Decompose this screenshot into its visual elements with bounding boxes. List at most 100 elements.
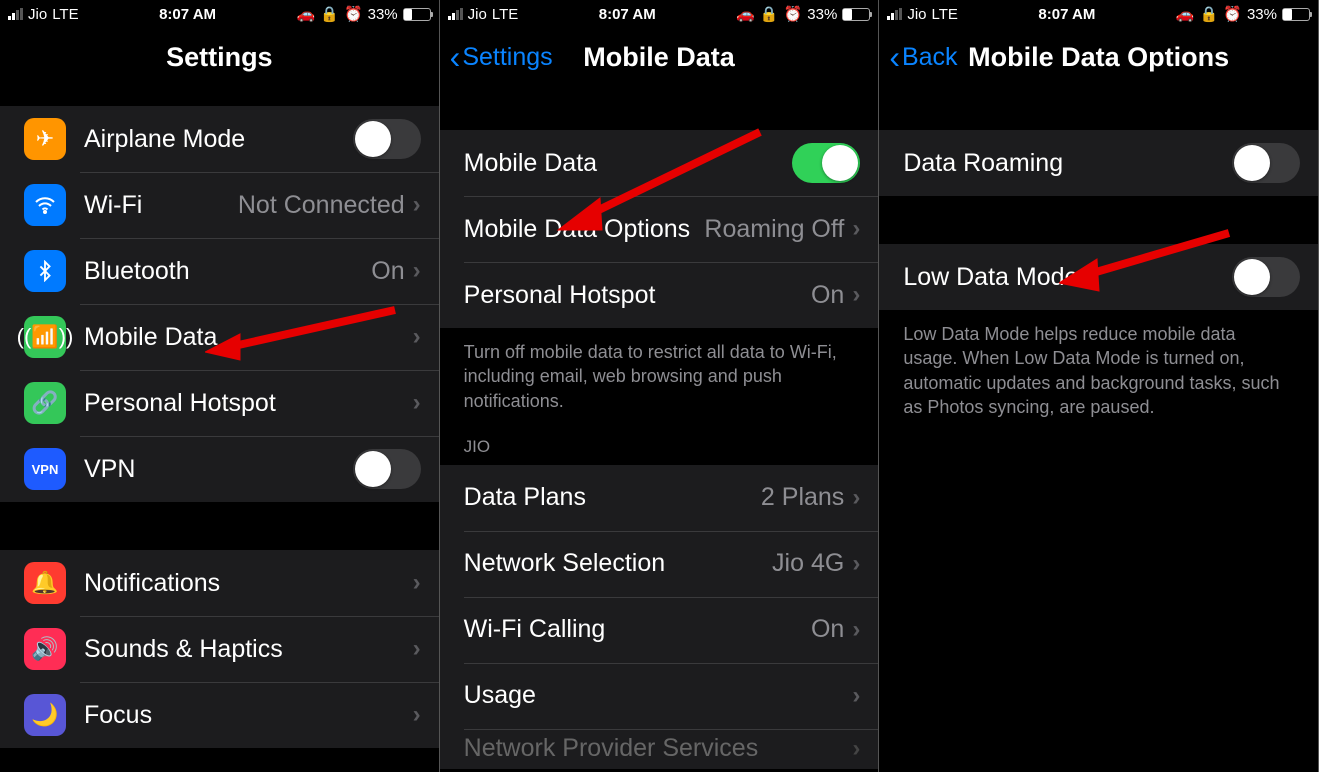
carrier-label: Jio [28,6,47,23]
chevron-right-icon: › [413,323,421,351]
mobile-data-group: Mobile Data Mobile Data Options Roaming … [440,130,879,328]
carplay-icon: 🚗 [736,5,755,23]
row-label: Airplane Mode [84,125,353,154]
row-notifications[interactable]: 🔔 Notifications › [0,550,439,616]
chevron-right-icon: › [413,191,421,219]
page-title: Mobile Data [583,42,735,73]
row-network-provider-services[interactable]: Network Provider Services › [440,729,879,769]
phone-screen-mobile-data: Jio LTE 8:07 AM 🚗 🔒 ⏰ 33% ‹ Settings Mob… [440,0,880,772]
row-mobile-data-options[interactable]: Mobile Data Options Roaming Off › [440,196,879,262]
phone-screen-settings: Jio LTE 8:07 AM 🚗 🔒 ⏰ 33% Settings ✈ Air… [0,0,440,772]
data-roaming-toggle[interactable] [1232,143,1300,183]
chevron-right-icon: › [852,281,860,309]
row-mobile-data[interactable]: ((📶)) Mobile Data › [0,304,439,370]
wifi-icon [24,184,66,226]
chevron-right-icon: › [852,550,860,578]
row-label: Notifications [84,569,413,598]
chevron-right-icon: › [852,215,860,243]
row-label: Mobile Data Options [464,215,705,244]
row-wifi[interactable]: Wi-Fi Not Connected › [0,172,439,238]
carplay-icon: 🚗 [1176,5,1195,23]
chevron-right-icon: › [413,257,421,285]
hotspot-icon: 🔗 [24,382,66,424]
chevron-right-icon: › [852,735,860,763]
low-data-mode-toggle[interactable] [1232,257,1300,297]
chevron-right-icon: › [413,701,421,729]
row-bluetooth[interactable]: Bluetooth On › [0,238,439,304]
row-mobile-data-toggle[interactable]: Mobile Data [440,130,879,196]
network-label: LTE [52,6,78,23]
jio-group: Data Plans 2 Plans › Network Selection J… [440,465,879,769]
notifications-icon: 🔔 [24,562,66,604]
signal-icon [8,8,23,20]
row-value: Jio 4G [772,549,844,578]
row-value: 2 Plans [761,483,844,512]
battery-pct: 33% [368,6,398,23]
row-value: On [371,257,404,286]
battery-icon [842,8,870,21]
row-data-plans[interactable]: Data Plans 2 Plans › [440,465,879,531]
row-personal-hotspot[interactable]: 🔗 Personal Hotspot › [0,370,439,436]
row-network-selection[interactable]: Network Selection Jio 4G › [440,531,879,597]
row-label: Network Selection [464,549,772,578]
airplane-icon: ✈ [24,118,66,160]
row-label: Usage [464,681,853,710]
row-label: Mobile Data [84,323,413,352]
orientation-lock-icon: 🔒 [1200,5,1219,23]
row-label: Mobile Data [464,149,793,178]
row-airplane-mode[interactable]: ✈ Airplane Mode [0,106,439,172]
battery-pct: 33% [1247,6,1277,23]
row-label: VPN [84,455,353,484]
orientation-lock-icon: 🔒 [760,5,779,23]
row-value: Not Connected [238,191,405,220]
carrier-label: Jio [907,6,926,23]
low-data-group: Low Data Mode [879,244,1318,310]
chevron-right-icon: › [852,484,860,512]
row-label: Personal Hotspot [464,281,811,310]
roaming-group: Data Roaming [879,130,1318,196]
row-usage[interactable]: Usage › [440,663,879,729]
row-value: On [811,281,844,310]
chevron-right-icon: › [413,389,421,417]
back-button[interactable]: ‹ Settings [450,28,553,86]
airplane-toggle[interactable] [353,119,421,159]
settings-group-alerts: 🔔 Notifications › 🔊 Sounds & Haptics › 🌙… [0,550,439,748]
footer-text: Turn off mobile data to restrict all dat… [440,328,879,421]
phone-screen-mobile-data-options: Jio LTE 8:07 AM 🚗 🔒 ⏰ 33% ‹ Back Mobile … [879,0,1319,772]
network-label: LTE [932,6,958,23]
row-data-roaming[interactable]: Data Roaming [879,130,1318,196]
chevron-right-icon: › [852,682,860,710]
nav-header: ‹ Settings Mobile Data [440,28,879,86]
row-label: Network Provider Services [464,734,853,763]
row-personal-hotspot[interactable]: Personal Hotspot On › [440,262,879,328]
chevron-right-icon: › [413,569,421,597]
focus-icon: 🌙 [24,694,66,736]
settings-group-connectivity: ✈ Airplane Mode Wi-Fi Not Connected › Bl… [0,106,439,502]
back-label: Settings [462,43,552,72]
row-low-data-mode[interactable]: Low Data Mode [879,244,1318,310]
status-time: 8:07 AM [1038,6,1095,23]
battery-pct: 33% [807,6,837,23]
chevron-right-icon: › [852,616,860,644]
status-time: 8:07 AM [159,6,216,23]
mobile-data-toggle[interactable] [792,143,860,183]
row-vpn[interactable]: VPN VPN [0,436,439,502]
alarm-icon: ⏰ [344,5,363,23]
carplay-icon: 🚗 [297,5,316,23]
vpn-toggle[interactable] [353,449,421,489]
status-bar: Jio LTE 8:07 AM 🚗 🔒 ⏰ 33% [440,0,879,28]
back-button[interactable]: ‹ Back [889,28,957,86]
battery-icon [1282,8,1310,21]
row-wifi-calling[interactable]: Wi-Fi Calling On › [440,597,879,663]
chevron-right-icon: › [413,635,421,663]
section-header-jio: JIO [440,421,879,465]
row-label: Sounds & Haptics [84,635,413,664]
bluetooth-icon [24,250,66,292]
row-focus[interactable]: 🌙 Focus › [0,682,439,748]
footer-text: Low Data Mode helps reduce mobile data u… [879,310,1318,427]
status-bar: Jio LTE 8:07 AM 🚗 🔒 ⏰ 33% [879,0,1318,28]
row-label: Bluetooth [84,257,371,286]
row-sounds[interactable]: 🔊 Sounds & Haptics › [0,616,439,682]
nav-header: ‹ Back Mobile Data Options [879,28,1318,86]
sounds-icon: 🔊 [24,628,66,670]
